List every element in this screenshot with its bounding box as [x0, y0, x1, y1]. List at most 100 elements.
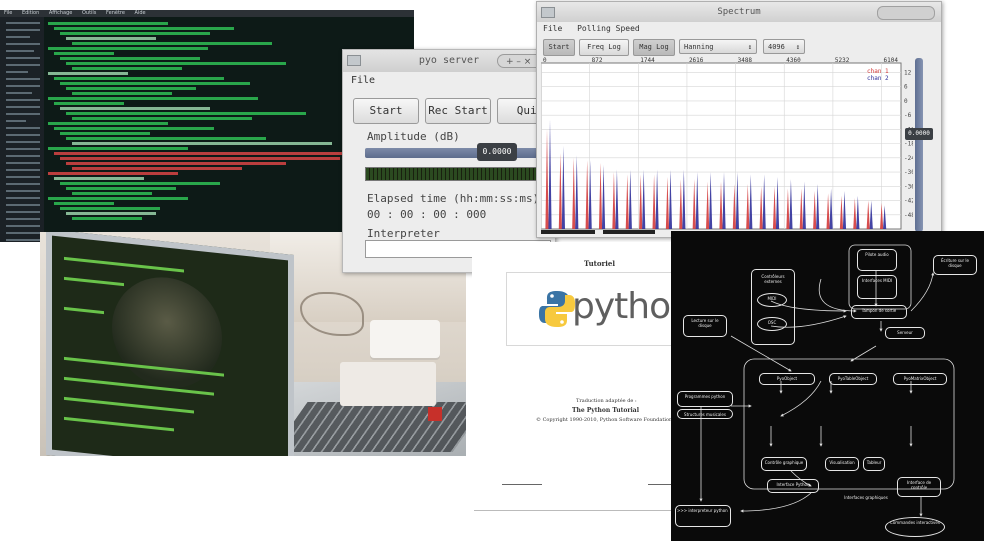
editor-menu-item[interactable]: Edition	[22, 10, 39, 16]
node-pyoobject: PyoObject	[759, 373, 815, 385]
code-line	[72, 92, 172, 95]
node-musical-structures: Structures musicales	[677, 409, 733, 419]
spectrum-window-title[interactable]: Spectrum	[537, 2, 941, 22]
code-line	[66, 37, 156, 40]
node-pyomatrixobject: PyoMatrixObject	[893, 373, 947, 385]
doc-line-link[interactable]	[534, 424, 536, 430]
y-tick-label: -48	[904, 212, 913, 219]
menu-file[interactable]: File	[351, 75, 375, 86]
scrollbar-right[interactable]	[603, 230, 655, 234]
code-line	[54, 177, 144, 180]
x-tick-label: 3488	[738, 57, 753, 64]
x-tick-label: 2616	[689, 57, 704, 64]
node-midi-interfaces: Interfaces MIDI	[857, 275, 897, 299]
mag-log-toggle[interactable]: Mag Log	[633, 39, 675, 56]
code-line	[60, 182, 220, 185]
x-tick-label: 4360	[786, 57, 801, 64]
node-visualisation: Visualisation	[825, 457, 859, 471]
code-line	[48, 47, 208, 50]
laptop-screen	[46, 232, 294, 456]
doc-line-translation: Traduction adaptée de :	[576, 398, 637, 404]
vu-meter	[365, 167, 555, 181]
gain-slider[interactable]	[915, 58, 923, 232]
code-line	[48, 97, 258, 100]
code-line	[66, 137, 266, 140]
code-line	[66, 62, 286, 65]
node-external-controllers: Contrôleurs externes	[751, 269, 795, 345]
elapsed-time-value: 00 : 00 : 00 : 000	[367, 208, 487, 221]
editor-menu-item[interactable]: Affichage	[49, 10, 73, 16]
amplitude-label: Amplitude (dB)	[367, 130, 460, 143]
window-controls[interactable]	[877, 6, 935, 20]
editor-menu-item[interactable]: Fenêtre	[106, 10, 125, 16]
fft-size-select[interactable]: 4096	[763, 39, 805, 55]
code-line	[72, 117, 252, 120]
code-line	[72, 42, 272, 45]
code-line	[48, 72, 128, 75]
start-button[interactable]: Start	[353, 98, 419, 124]
menu-file[interactable]: File	[543, 24, 562, 33]
node-output-buffer: Tampon de sortie	[851, 305, 907, 319]
spectrum-menubar: File Polling Speed	[543, 24, 650, 33]
code-line	[48, 22, 168, 25]
legend-entry: chan 2	[867, 75, 889, 82]
pyo-window-title[interactable]: pyo server + – ×	[343, 50, 555, 72]
code-line	[60, 207, 160, 210]
code-line	[60, 32, 210, 35]
scrollbar-left[interactable]	[541, 230, 595, 234]
editor-file-sidebar[interactable]	[0, 17, 44, 242]
code-line	[54, 102, 124, 105]
legend-entry: chan 1	[867, 68, 889, 75]
y-tick-label: -24	[904, 155, 913, 162]
node-audio-driver: Pilote audio	[857, 249, 897, 271]
amplitude-slider[interactable]	[365, 148, 555, 158]
window-type-select[interactable]: Hanning	[679, 39, 757, 55]
elapsed-time-label: Elapsed time (hh:mm:ss:ms)	[367, 192, 540, 205]
y-tick-label: -6	[904, 112, 912, 119]
window-icon	[347, 55, 361, 66]
node-midi: MIDI	[757, 293, 787, 307]
y-tick-label: 12	[904, 69, 912, 76]
freq-log-toggle[interactable]: Freq Log	[579, 39, 629, 56]
code-line	[66, 87, 196, 90]
code-line	[72, 217, 142, 220]
gain-slider-handle[interactable]: 0.0000	[905, 128, 933, 140]
code-line	[66, 112, 306, 115]
node-python-programs: Programmes python	[677, 391, 733, 407]
interpreter-label: Interpreter	[367, 227, 440, 240]
editor-menu-item[interactable]: Outils	[82, 10, 96, 16]
editor-menu-item[interactable]: File	[4, 10, 12, 16]
node-disk-write: Écriture sur le disque	[933, 255, 977, 275]
editor-menubar[interactable]: File Edition Affichage Outils Fenêtre Ai…	[0, 10, 414, 17]
editor-menu-item[interactable]: Aide	[135, 10, 146, 16]
x-tick-label: 6104	[884, 57, 899, 64]
rec-start-button[interactable]: Rec Start	[425, 98, 491, 124]
window-title-text: pyo server	[418, 55, 480, 66]
doc-rule	[474, 510, 674, 511]
code-line	[60, 82, 250, 85]
y-tick-label: 6	[904, 84, 908, 91]
doc-heading: Tutoriel	[584, 259, 616, 268]
code-line	[60, 132, 150, 135]
y-tick-label: 0	[904, 98, 908, 105]
code-line	[72, 67, 182, 70]
amplitude-slider-handle[interactable]: 0.0000	[477, 143, 517, 161]
python-logo-icon	[539, 291, 575, 327]
x-tick-label: 872	[592, 57, 603, 64]
doc-footer-left	[502, 484, 542, 485]
code-line	[54, 77, 224, 80]
y-tick-label: -36	[904, 183, 913, 190]
node-python-interpreter: >>> interpreteur python	[675, 505, 731, 527]
code-line	[66, 162, 286, 165]
window-title-text: Spectrum	[717, 7, 761, 17]
spectrum-start-button[interactable]: Start	[543, 39, 575, 56]
menu-polling-speed[interactable]: Polling Speed	[577, 24, 640, 33]
code-line	[48, 197, 188, 200]
tutorial-document: Tutoriel python Traduction adaptée de : …	[472, 242, 692, 518]
x-tick-label: 1744	[640, 57, 655, 64]
code-line	[60, 107, 210, 110]
node-spreadsheet: Tableur	[863, 457, 885, 471]
node-graphic-control: Contrôle graphique	[761, 457, 807, 471]
code-line	[60, 157, 340, 160]
x-tick-label: 0	[543, 57, 547, 64]
